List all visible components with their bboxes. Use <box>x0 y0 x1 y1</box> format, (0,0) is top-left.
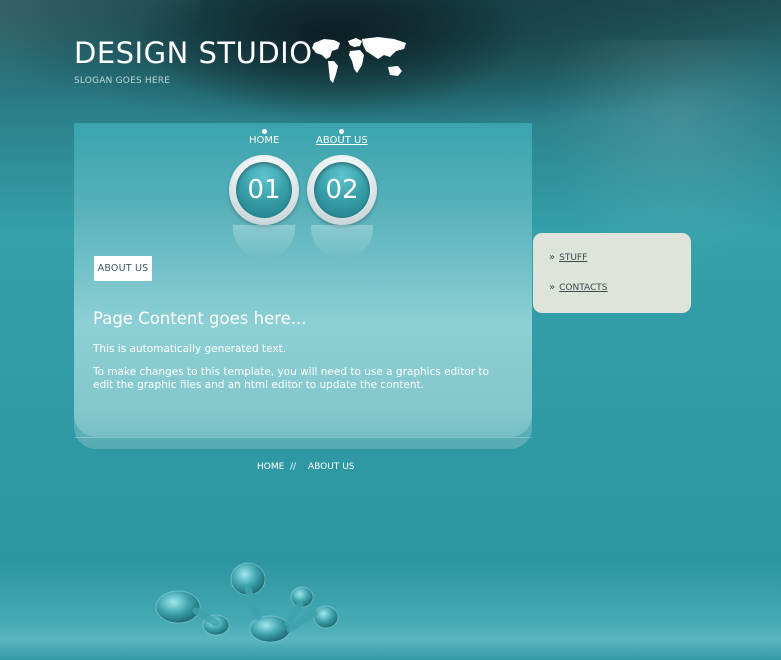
site-slogan: SLOGAN GOES HERE <box>74 76 171 86</box>
nav-home-number-button[interactable]: 01 <box>229 155 299 259</box>
main-content-panel <box>74 123 532 449</box>
site-logo-text[interactable]: DESIGN STUDIO <box>74 36 313 70</box>
nav-dot <box>262 129 267 134</box>
double-chevron-right-icon: » <box>549 252 556 263</box>
sidebar-item-contacts[interactable]: » CONTACTS <box>549 282 608 293</box>
nav-home-label[interactable]: HOME <box>249 135 279 146</box>
world-map-icon <box>312 37 406 83</box>
nav-dot <box>339 129 344 134</box>
nav-about-number-button[interactable]: 02 <box>307 155 377 259</box>
background-water-reflection <box>0 560 781 660</box>
sidebar-panel: » STUFF » CONTACTS <box>533 233 691 313</box>
footer-link-home[interactable]: HOME <box>257 462 284 472</box>
content-paragraph: To make changes to this template, you wi… <box>93 366 489 391</box>
page-heading: Page Content goes here... <box>93 309 307 328</box>
content-paragraph: This is automatically generated text. <box>93 343 287 355</box>
nav-home-number: 01 <box>236 162 292 218</box>
molecule-decoration <box>155 562 339 643</box>
section-title-tag: ABOUT US <box>94 256 152 281</box>
panel-divider <box>74 437 532 438</box>
nav-about-number: 02 <box>314 162 370 218</box>
footer-link-about-us[interactable]: ABOUT US <box>308 462 355 472</box>
footer-separator: // <box>290 462 297 472</box>
double-chevron-right-icon: » <box>549 282 556 293</box>
sidebar-item-label[interactable]: STUFF <box>559 253 587 263</box>
sidebar-item-stuff[interactable]: » STUFF <box>549 252 587 263</box>
nav-about-label[interactable]: ABOUT US <box>316 135 368 146</box>
sidebar-item-label[interactable]: CONTACTS <box>559 283 607 293</box>
